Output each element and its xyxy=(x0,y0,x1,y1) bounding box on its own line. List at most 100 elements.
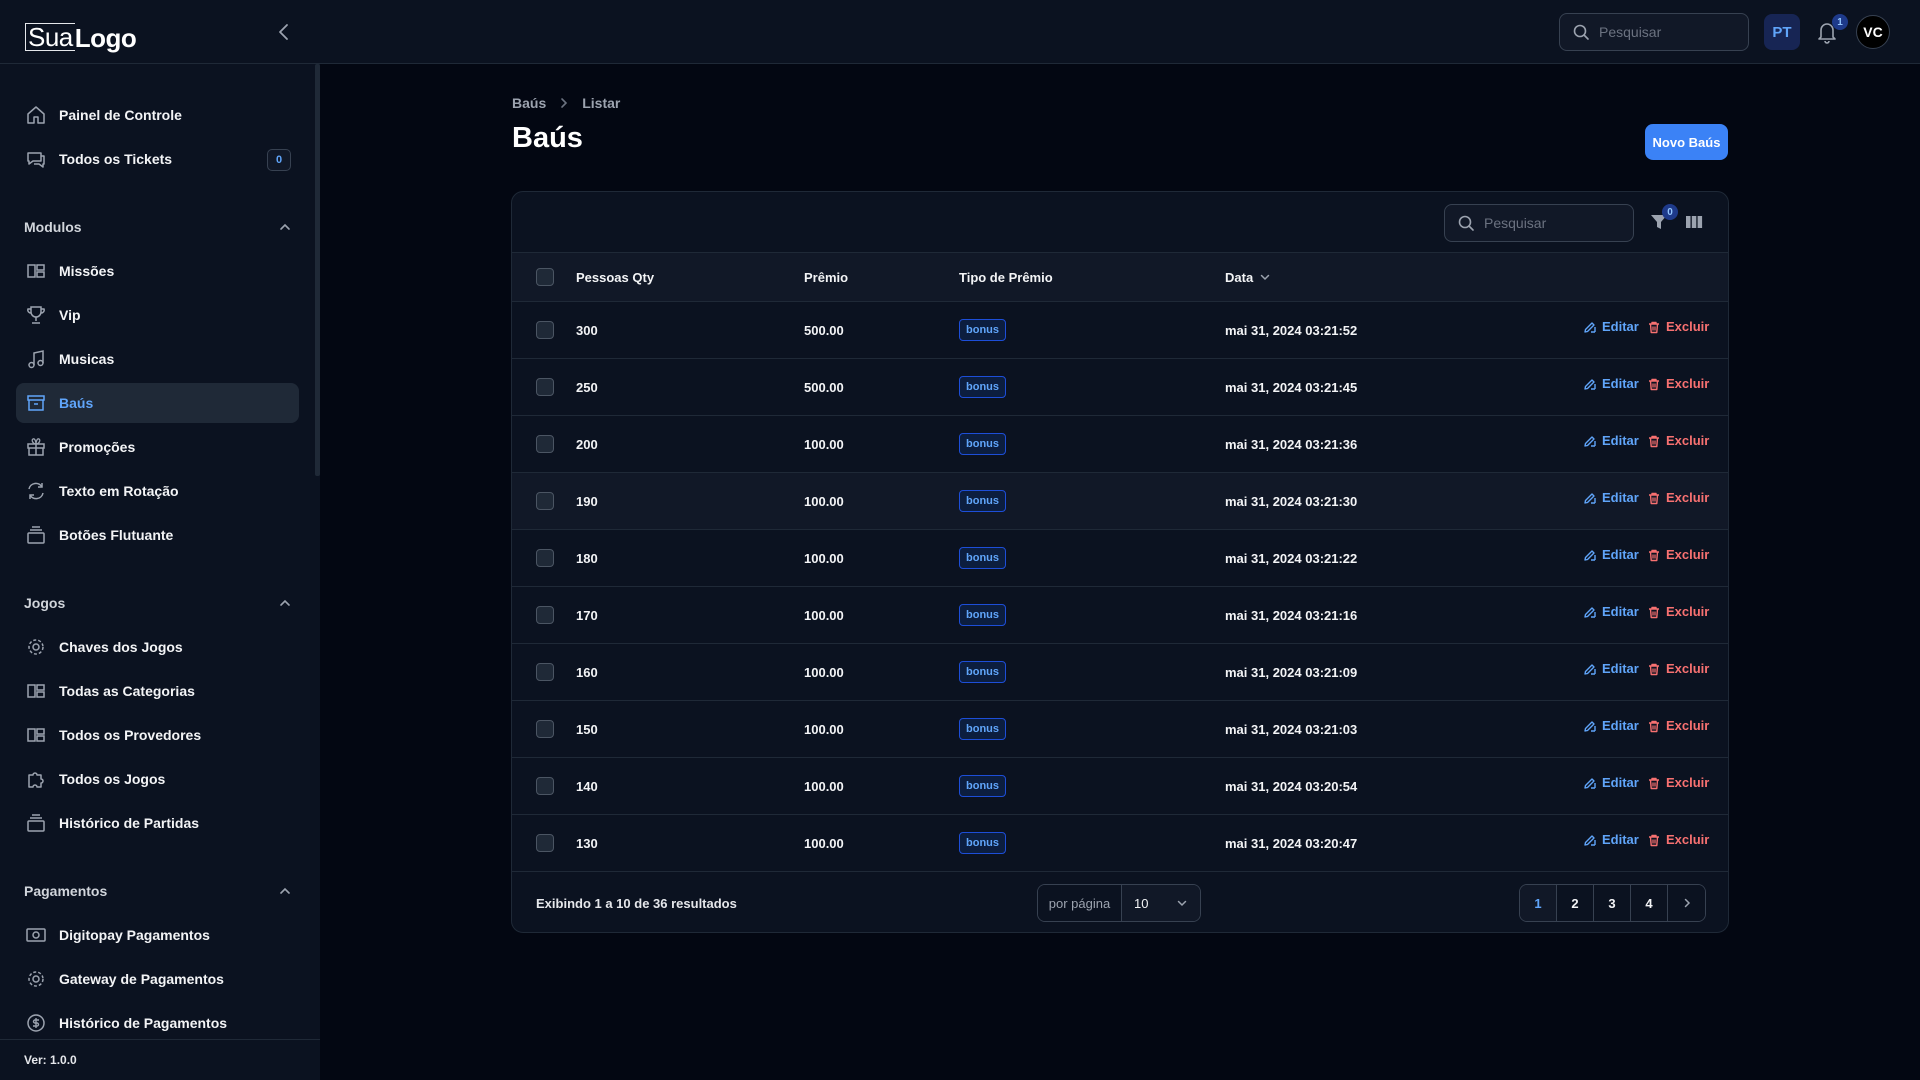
sidebar-item-vip[interactable]: Vip xyxy=(16,295,299,335)
row-checkbox[interactable] xyxy=(536,606,554,624)
table-row[interactable]: 160 100.00 bonus mai 31, 2024 03:21:09 Edita… xyxy=(512,644,1728,701)
edit-button[interactable]: Editar xyxy=(1583,433,1639,448)
collapse-sidebar-icon[interactable] xyxy=(274,20,294,44)
sidebar-item-todos-jogos[interactable]: Todos os Jogos xyxy=(16,759,299,799)
delete-button[interactable]: Excluir xyxy=(1647,604,1709,619)
sidebar-item-texto-rotacao[interactable]: Texto em Rotação xyxy=(16,471,299,511)
sidebar-item-missoes[interactable]: Missões xyxy=(16,251,299,291)
breadcrumb-root[interactable]: Baús xyxy=(512,95,546,111)
table-row[interactable]: 180 100.00 bonus mai 31, 2024 03:21:22 Edita… xyxy=(512,530,1728,587)
sidebar-item-chaves-jogos[interactable]: Chaves dos Jogos xyxy=(16,627,299,667)
edit-button[interactable]: Editar xyxy=(1583,832,1639,847)
column-header-prize-type[interactable]: Tipo de Prêmio xyxy=(959,253,1053,301)
delete-button[interactable]: Excluir xyxy=(1647,718,1709,733)
filter-count-badge: 0 xyxy=(1662,204,1678,220)
cell-date: mai 31, 2024 03:21:03 xyxy=(1225,721,1358,737)
sidebar-item-painel[interactable]: Painel de Controle xyxy=(16,95,299,135)
per-page-dropdown[interactable]: 10 xyxy=(1122,885,1200,921)
sidebar-item-tickets[interactable]: Todos os Tickets 0 xyxy=(16,139,299,179)
group-header-pagamentos[interactable]: Pagamentos xyxy=(24,876,292,906)
edit-button[interactable]: Editar xyxy=(1583,547,1639,562)
edit-button[interactable]: Editar xyxy=(1583,376,1639,391)
sidebar-item-historico-pagamentos[interactable]: Histórico de Pagamentos xyxy=(16,1003,299,1039)
columns-icon[interactable] xyxy=(1684,212,1704,232)
row-checkbox[interactable] xyxy=(536,435,554,453)
cell-prize: 100.00 xyxy=(804,835,844,851)
delete-label: Excluir xyxy=(1666,547,1710,562)
edit-button[interactable]: Editar xyxy=(1583,775,1639,790)
page-button-2[interactable]: 2 xyxy=(1557,885,1594,921)
logo-part-1: Sua xyxy=(25,23,75,51)
cell-people: 130 xyxy=(576,835,598,851)
delete-button[interactable]: Excluir xyxy=(1647,490,1709,505)
global-search-input[interactable]: Pesquisar xyxy=(1559,13,1749,51)
row-checkbox[interactable] xyxy=(536,663,554,681)
cell-people: 160 xyxy=(576,664,598,680)
row-checkbox[interactable] xyxy=(536,549,554,567)
edit-button[interactable]: Editar xyxy=(1583,319,1639,334)
edit-button[interactable]: Editar xyxy=(1583,490,1639,505)
group-header-modulos[interactable]: Modulos xyxy=(24,212,292,242)
cell-prize: 100.00 xyxy=(804,607,844,623)
page-button-1[interactable]: 1 xyxy=(1520,885,1557,921)
sidebar-item-historico-partidas[interactable]: Histórico de Partidas xyxy=(16,803,299,843)
edit-label: Editar xyxy=(1602,319,1639,334)
avatar[interactable]: VC xyxy=(1856,15,1890,49)
row-checkbox[interactable] xyxy=(536,834,554,852)
table-row[interactable]: 140 100.00 bonus mai 31, 2024 03:20:54 Edita… xyxy=(512,758,1728,815)
column-header-date[interactable]: Data xyxy=(1225,253,1271,301)
delete-button[interactable]: Excluir xyxy=(1647,832,1709,847)
row-checkbox[interactable] xyxy=(536,777,554,795)
edit-button[interactable]: Editar xyxy=(1583,718,1639,733)
table-row[interactable]: 200 100.00 bonus mai 31, 2024 03:21:36 Edita… xyxy=(512,416,1728,473)
column-header-people[interactable]: Pessoas Qty xyxy=(576,253,654,301)
logo[interactable]: Sua Logo xyxy=(25,19,137,51)
delete-button[interactable]: Excluir xyxy=(1647,433,1709,448)
page-button-4[interactable]: 4 xyxy=(1631,885,1668,921)
language-button[interactable]: PT xyxy=(1764,14,1800,50)
edit-button[interactable]: Editar xyxy=(1583,604,1639,619)
sidebar-item-gateway[interactable]: Gateway de Pagamentos xyxy=(16,959,299,999)
group-header-jogos[interactable]: Jogos xyxy=(24,588,292,618)
delete-button[interactable]: Excluir xyxy=(1647,547,1709,562)
delete-button[interactable]: Excluir xyxy=(1647,775,1709,790)
table-row[interactable]: 170 100.00 bonus mai 31, 2024 03:21:16 Edita… xyxy=(512,587,1728,644)
page-button-3[interactable]: 3 xyxy=(1594,885,1631,921)
sidebar-scrollbar[interactable] xyxy=(315,64,320,476)
sidebar-item-musicas[interactable]: Musicas xyxy=(16,339,299,379)
row-checkbox[interactable] xyxy=(536,492,554,510)
next-page-button[interactable] xyxy=(1668,885,1705,921)
row-checkbox[interactable] xyxy=(536,720,554,738)
sidebar-item-promocoes[interactable]: Promoções xyxy=(16,427,299,467)
trash-icon xyxy=(1647,320,1661,334)
table-row[interactable]: 250 500.00 bonus mai 31, 2024 03:21:45 Edita… xyxy=(512,359,1728,416)
puzzle-icon xyxy=(25,768,47,790)
table-search-placeholder: Pesquisar xyxy=(1484,215,1547,231)
select-all-checkbox[interactable] xyxy=(536,268,554,286)
cell-date: mai 31, 2024 03:20:54 xyxy=(1225,778,1358,794)
cell-prize: 100.00 xyxy=(804,550,844,566)
delete-button[interactable]: Excluir xyxy=(1647,319,1709,334)
table-row[interactable]: 150 100.00 bonus mai 31, 2024 03:21:03 Edita… xyxy=(512,701,1728,758)
table-search-input[interactable]: Pesquisar xyxy=(1444,204,1634,242)
row-checkbox[interactable] xyxy=(536,378,554,396)
per-page-select[interactable]: por página 10 xyxy=(1037,884,1201,922)
column-header-prize[interactable]: Prêmio xyxy=(804,253,848,301)
sidebar-item-categorias[interactable]: Todas as Categorias xyxy=(16,671,299,711)
cell-prize-type: bonus xyxy=(959,416,1006,472)
sidebar-item-provedores[interactable]: Todos os Provedores xyxy=(16,715,299,755)
sidebar-item-baus[interactable]: Baús xyxy=(16,383,299,423)
row-checkbox[interactable] xyxy=(536,321,554,339)
edit-label: Editar xyxy=(1602,775,1639,790)
edit-button[interactable]: Editar xyxy=(1583,661,1639,676)
sidebar-item-digitopay[interactable]: Digitopay Pagamentos xyxy=(16,915,299,955)
chevron-up-icon xyxy=(278,884,292,898)
sidebar-item-label: Todos os Provedores xyxy=(59,727,202,743)
table-row[interactable]: 190 100.00 bonus mai 31, 2024 03:21:30 Edita… xyxy=(512,473,1728,530)
delete-button[interactable]: Excluir xyxy=(1647,376,1709,391)
table-row[interactable]: 300 500.00 bonus mai 31, 2024 03:21:52 Edita… xyxy=(512,302,1728,359)
sidebar-item-botoes-flutuante[interactable]: Botões Flutuante xyxy=(16,515,299,555)
table-row[interactable]: 130 100.00 bonus mai 31, 2024 03:20:47 Edita… xyxy=(512,815,1728,872)
new-bau-button[interactable]: Novo Baús xyxy=(1645,124,1728,160)
delete-button[interactable]: Excluir xyxy=(1647,661,1709,676)
